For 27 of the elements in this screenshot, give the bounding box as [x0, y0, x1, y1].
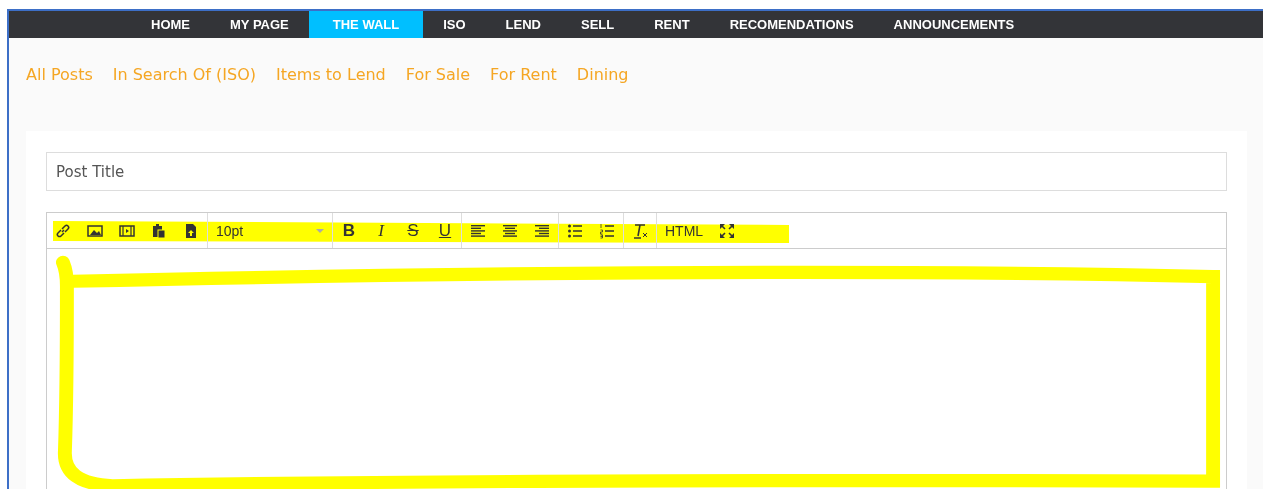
html-source-button[interactable]: HTML: [665, 222, 704, 239]
format-button[interactable]: I: [373, 220, 389, 241]
align-right-icon[interactable]: [534, 222, 550, 239]
clear-formatting-icon[interactable]: [632, 222, 648, 239]
nav-item[interactable]: SELL: [561, 11, 635, 38]
bulleted-list-icon[interactable]: [567, 222, 583, 239]
link-icon[interactable]: [55, 222, 71, 239]
nav-item[interactable]: MY PAGE: [210, 11, 309, 38]
image-icon[interactable]: [87, 222, 103, 239]
format-button[interactable]: B: [341, 220, 357, 241]
fullscreen-icon[interactable]: [719, 222, 736, 239]
nav-item[interactable]: HOME: [131, 11, 210, 38]
align-center-icon[interactable]: [502, 222, 518, 239]
nav-item[interactable]: ANNOUNCEMENTS: [873, 11, 1035, 38]
paste-icon[interactable]: [151, 222, 167, 239]
file-upload-icon[interactable]: [183, 222, 199, 239]
nav-item[interactable]: RENT: [634, 11, 710, 38]
format-button[interactable]: U: [437, 220, 453, 241]
nav-item[interactable]: ISO: [423, 11, 486, 38]
film-icon[interactable]: [119, 222, 135, 239]
post-title-field[interactable]: Post Title: [46, 152, 1227, 191]
numbered-list-icon[interactable]: [599, 222, 615, 239]
font-size-dropdown[interactable]: 10pt: [216, 222, 324, 239]
align-left-icon[interactable]: [470, 222, 486, 239]
nav-item[interactable]: LEND: [485, 11, 561, 38]
nav-item[interactable]: RECOMENDATIONS: [709, 11, 874, 38]
format-button[interactable]: S: [405, 220, 421, 241]
